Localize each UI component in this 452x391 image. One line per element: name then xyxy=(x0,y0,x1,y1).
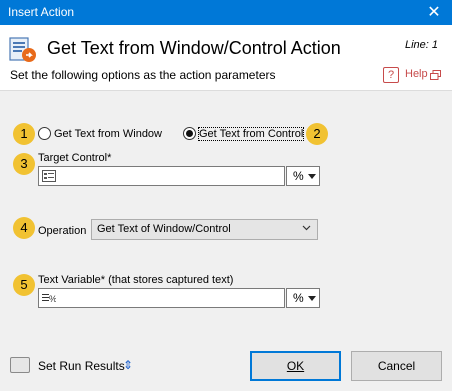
step-badge-1: 1 xyxy=(13,123,35,145)
dialog-subtitle: Set the following options as the action … xyxy=(10,68,276,82)
operation-select[interactable]: Get Text of Window/Control xyxy=(91,219,318,240)
set-run-results-link[interactable]: Set Run Results xyxy=(38,359,125,373)
line-number: Line: 1 xyxy=(404,39,438,51)
chevron-down-icon xyxy=(308,174,316,179)
target-control-label: Target Control* xyxy=(38,152,112,164)
ok-button-label: OK xyxy=(286,359,305,373)
run-results-icon[interactable] xyxy=(10,357,30,373)
ok-button[interactable]: OK xyxy=(250,351,341,381)
text-variable-label: Text Variable* (that stores captured tex… xyxy=(38,274,234,286)
options-panel: 1 Get Text from Window Get Text from Con… xyxy=(0,90,452,340)
step-badge-3: 3 xyxy=(13,153,35,175)
dialog-heading: Get Text from Window/Control Action xyxy=(47,38,341,58)
radio-get-text-from-window[interactable]: Get Text from Window xyxy=(38,127,162,140)
chevron-down-icon xyxy=(302,225,311,231)
chevron-down-icon xyxy=(308,296,316,301)
window-title: Insert Action xyxy=(8,5,75,19)
variable-icon: % xyxy=(42,294,56,304)
dialog-header: Get Text from Window/Control Action Line… xyxy=(0,25,452,90)
text-variable-input[interactable]: % xyxy=(38,288,285,308)
radio-label: Get Text from Window xyxy=(54,127,162,140)
target-control-variable-button[interactable]: % xyxy=(286,166,320,186)
title-bar: Insert Action ✕ xyxy=(0,0,452,25)
radio-get-text-from-control[interactable]: Get Text from Control xyxy=(183,126,305,141)
get-text-action-icon xyxy=(9,37,36,62)
svg-text:%: % xyxy=(49,294,56,304)
operation-selected-value: Get Text of Window/Control xyxy=(97,223,231,235)
help-icon[interactable]: ? xyxy=(383,67,399,83)
cancel-button-label: Cancel xyxy=(377,359,416,373)
target-control-input[interactable] xyxy=(38,166,285,186)
percent-label: % xyxy=(293,291,304,305)
percent-label: % xyxy=(293,169,304,183)
step-badge-4: 4 xyxy=(13,217,35,239)
step-badge-2: 2 xyxy=(306,123,328,145)
operation-label: Operation xyxy=(38,225,87,237)
step-badge-5: 5 xyxy=(13,274,35,296)
cancel-button[interactable]: Cancel xyxy=(351,351,442,381)
dialog-footer: Set Run Results ⇕ OK Cancel xyxy=(0,340,452,391)
help-link[interactable]: Help xyxy=(405,68,428,80)
close-icon[interactable]: ✕ xyxy=(416,0,452,25)
popout-icon[interactable] xyxy=(430,70,441,80)
radio-label: Get Text from Control xyxy=(197,126,305,141)
radio-button[interactable] xyxy=(183,127,196,140)
control-picker-icon[interactable] xyxy=(42,170,56,182)
expand-toggle-icon[interactable]: ⇕ xyxy=(123,358,133,372)
radio-button[interactable] xyxy=(38,127,51,140)
text-variable-variable-button[interactable]: % xyxy=(286,288,320,308)
